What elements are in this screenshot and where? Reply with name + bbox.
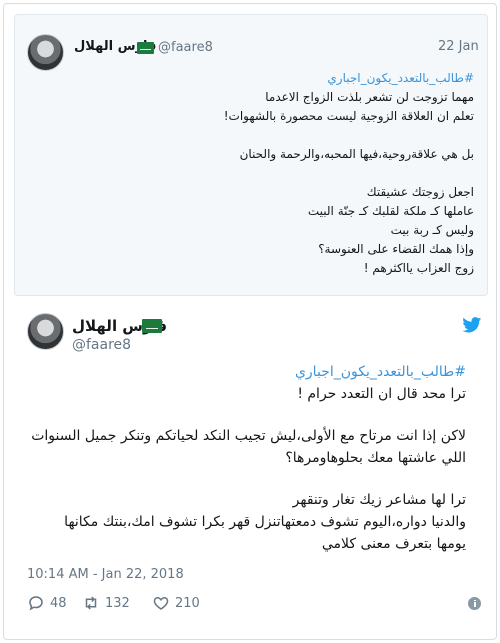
tweet-line: والدنيا دواره،اليوم تشوف دمعتهاتنزل قهر … <box>64 514 466 530</box>
quoted-line: وليس كـ ربة بيت <box>390 223 474 237</box>
retweet-count: 132 <box>105 595 130 611</box>
reply-count: 48 <box>50 595 67 611</box>
tweet-line: لاكن إذا انت مرتاح مع الأولى،ليش تجيب ال… <box>31 428 466 466</box>
tweet-embed: فارس الهلال @faare8 22 Jan #طالب_بالتعدد… <box>3 3 497 640</box>
like-button[interactable]: 210 <box>152 594 200 612</box>
quoted-line: زوج العزاب يااكثرهم ! <box>363 261 474 275</box>
like-count: 210 <box>175 595 200 611</box>
quoted-hashtag-link[interactable]: #طالب_بالتعدد_يكون_اجباري <box>54 69 474 88</box>
quoted-line: اجعل زوجتك عشيقتك <box>366 185 474 199</box>
tweet-timestamp[interactable]: 10:14 AM - Jan 22, 2018 <box>27 567 184 582</box>
saudi-flag-icon <box>137 42 154 54</box>
tweet-text: #طالب_بالتعدد_يكون_اجباري ترا محد قال ان… <box>26 361 466 555</box>
quoted-date: 22 Jan <box>438 39 479 54</box>
hashtag-link[interactable]: #طالب_بالتعدد_يكون_اجباري <box>26 361 466 383</box>
quoted-line: تعلم ان العلاقة الزوجية ليست محصورة بالش… <box>223 109 474 123</box>
tweet-line: ترا محد قال ان التعدد حرام ! <box>297 386 466 402</box>
twitter-bird-icon[interactable] <box>462 317 482 333</box>
info-icon[interactable] <box>468 597 481 610</box>
avatar[interactable] <box>27 313 64 350</box>
quoted-line: وإذا همك القضاء على العنوسة؟ <box>318 242 474 256</box>
reply-button[interactable]: 48 <box>27 594 67 612</box>
retweet-button[interactable]: 132 <box>82 594 130 612</box>
tweet-line: ترا لها مشاعر زيك تغار وتنقهر <box>292 492 466 508</box>
quoted-line: بل هي علاقةروحية،فيها المحبه،والرحمة وال… <box>239 147 474 161</box>
quoted-tweet-text: #طالب_بالتعدد_يكون_اجباري مهما تزوجت لن … <box>54 69 474 278</box>
saudi-flag-icon <box>142 319 162 333</box>
tweet-actions: 48 132 210 <box>27 592 487 616</box>
quoted-author-handle[interactable]: @faare8 <box>158 40 213 55</box>
like-icon <box>153 596 169 610</box>
retweet-icon <box>85 596 97 610</box>
quoted-line: عاملها كـ ملكة لقلبك كـ جنّة البيت <box>307 204 474 218</box>
quoted-line: مهما تزوجت لن تشعر بلذت الزواج الاعدما <box>265 90 474 104</box>
reply-icon <box>29 596 43 611</box>
tweet-line: يومها بتعرف معنى كلامي <box>321 536 466 552</box>
quoted-avatar[interactable] <box>27 34 64 71</box>
author-handle[interactable]: @faare8 <box>72 337 131 353</box>
